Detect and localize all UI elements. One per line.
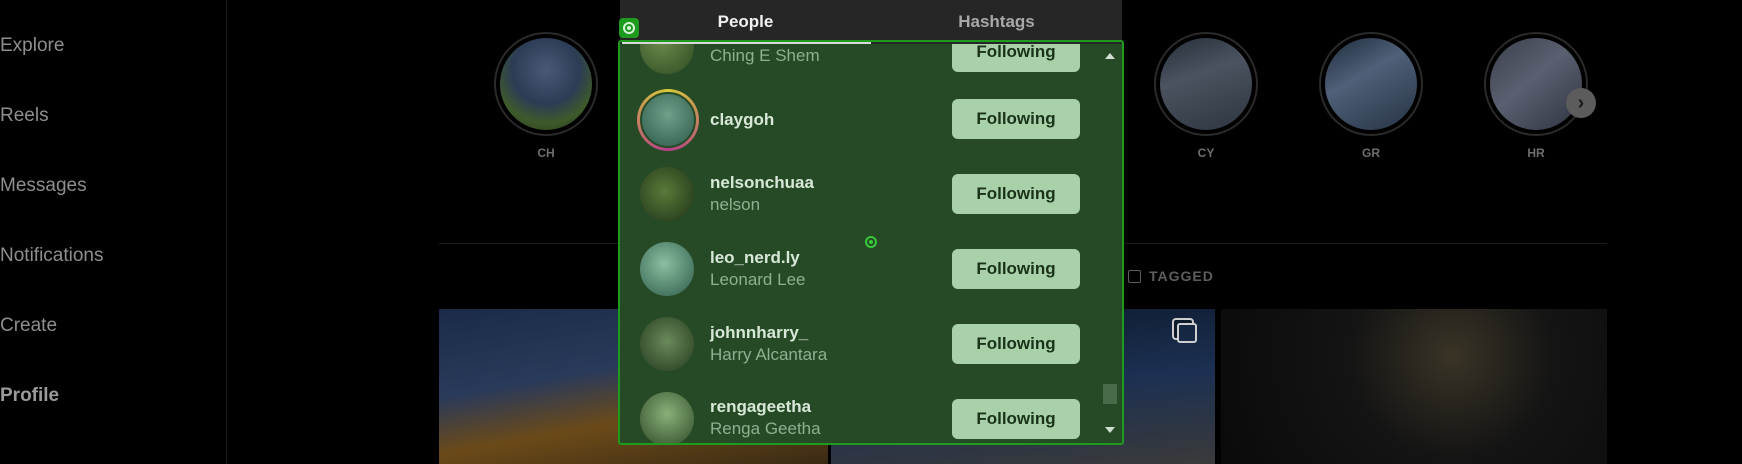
highlight-label: CH — [537, 146, 555, 160]
multi-post-icon — [1177, 323, 1197, 343]
target-icon — [619, 18, 639, 38]
post-thumbnail[interactable] — [1221, 309, 1607, 464]
highlight-image — [500, 38, 592, 130]
highlight-cover — [1154, 32, 1258, 136]
nav-notifications[interactable]: Notifications — [0, 245, 104, 267]
tab-tagged-label: TAGGED — [1149, 268, 1214, 284]
chevron-right-icon[interactable]: › — [1566, 88, 1596, 118]
highlight-cy[interactable]: CY — [1151, 32, 1261, 160]
highlight-image — [1325, 38, 1417, 130]
highlight-label: GR — [1362, 146, 1380, 160]
highlight-cover — [1319, 32, 1423, 136]
highlight-cover — [494, 32, 598, 136]
highlight-cover — [1484, 32, 1588, 136]
nav-profile[interactable]: Profile — [0, 385, 59, 407]
highlight-gr[interactable]: GR — [1316, 32, 1426, 160]
highlight-image — [1490, 38, 1582, 130]
highlight-image — [1160, 38, 1252, 130]
nav-create[interactable]: Create — [0, 315, 57, 337]
highlight-label: HR — [1527, 146, 1545, 160]
highlight-ch[interactable]: CH — [491, 32, 601, 160]
tab-tagged[interactable]: TAGGED — [1128, 268, 1214, 284]
cursor-indicator — [865, 236, 877, 248]
tag-person-icon — [1128, 269, 1141, 283]
highlight-label: CY — [1197, 146, 1215, 160]
